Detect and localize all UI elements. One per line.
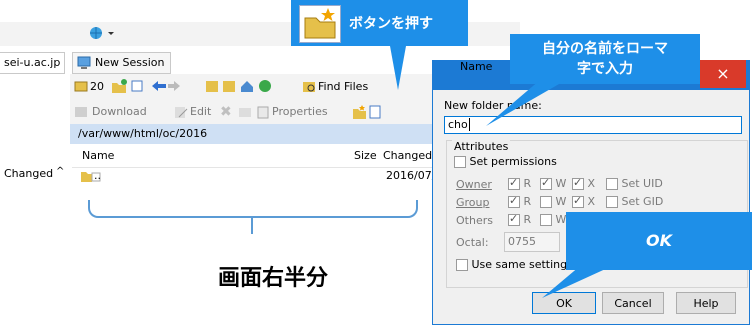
rename-icon[interactable]: [238, 105, 252, 122]
set-permissions-check[interactable]: [454, 156, 466, 168]
others-r[interactable]: R: [508, 212, 531, 226]
group-r[interactable]: R: [508, 194, 531, 208]
session-tab-current[interactable]: sei-u.ac.jp: [0, 52, 66, 74]
open-folder-icon[interactable]: [110, 78, 144, 97]
attributes-label: Attributes: [452, 140, 511, 153]
owner-x[interactable]: X: [572, 176, 595, 190]
callout-enter-name: 自分の名前をローマ 字で入力: [510, 34, 700, 84]
right-half-bracket: [88, 200, 418, 218]
new-file-icon[interactable]: [368, 104, 382, 123]
callout-pointer-name: [486, 80, 566, 126]
owner-r[interactable]: R: [508, 176, 531, 190]
download-button[interactable]: Download: [92, 105, 147, 118]
use-same-settings-check[interactable]: [456, 259, 468, 271]
properties-icon: [256, 105, 270, 122]
local-panel: Changed ^: [0, 150, 72, 200]
local-column-changed[interactable]: Changed: [4, 167, 53, 180]
group-w[interactable]: W: [540, 195, 566, 208]
owner-label: Owner: [456, 178, 492, 191]
dialog-close-button[interactable]: ×: [700, 60, 746, 88]
new-folder-icon[interactable]: [352, 104, 366, 123]
callout-pointer-button: [390, 46, 406, 90]
new-folder-big-icon: [299, 5, 341, 43]
download-icon: [74, 105, 88, 122]
callout-pointer-ok: [542, 266, 612, 298]
file-name: ..: [94, 169, 101, 182]
delete-icon[interactable]: ✖: [220, 104, 232, 120]
owner-w[interactable]: W: [540, 176, 566, 190]
find-files-icon[interactable]: [302, 78, 316, 97]
help-button[interactable]: Help: [676, 292, 736, 314]
column-size[interactable]: Size: [354, 145, 377, 167]
set-uid[interactable]: Set UID: [606, 177, 663, 190]
new-session-tab[interactable]: New Session: [72, 52, 172, 74]
group-label: Group: [456, 196, 490, 209]
octal-input[interactable]: 0755: [504, 232, 560, 252]
bracket-stem: [251, 216, 253, 234]
set-permissions-checkbox[interactable]: Set permissions: [454, 155, 557, 168]
drive-icon[interactable]: [74, 79, 88, 96]
others-label: Others: [456, 214, 493, 227]
octal-label: Octal:: [456, 236, 489, 249]
drive-selector[interactable]: 20: [90, 80, 104, 93]
close-icon: ×: [716, 64, 730, 83]
callout-press-button: ボタンを押す: [291, 0, 468, 46]
behind-window-text: Name: [460, 60, 492, 73]
edit-button[interactable]: Edit: [190, 105, 211, 118]
callout-ok: OK: [566, 212, 752, 270]
properties-button[interactable]: Properties: [272, 105, 328, 118]
nav-folder-icons[interactable]: [205, 78, 285, 97]
others-w[interactable]: W: [540, 213, 566, 226]
caption-right-half: 画面右半分: [218, 266, 329, 291]
group-x[interactable]: X: [572, 194, 595, 208]
set-gid[interactable]: Set GID: [606, 195, 663, 208]
text-caret: ​: [468, 118, 470, 131]
edit-icon: [174, 105, 188, 122]
globe-icon[interactable]: [88, 25, 116, 44]
find-files-button[interactable]: Find Files: [318, 80, 368, 93]
sort-up-icon[interactable]: ^: [56, 166, 64, 177]
column-name[interactable]: Name: [82, 145, 114, 167]
column-changed[interactable]: Changed: [383, 145, 432, 167]
file-changed: 2016/07/: [386, 169, 436, 182]
back-arrow-icon[interactable]: [150, 78, 198, 97]
monitor-icon: [77, 56, 91, 69]
